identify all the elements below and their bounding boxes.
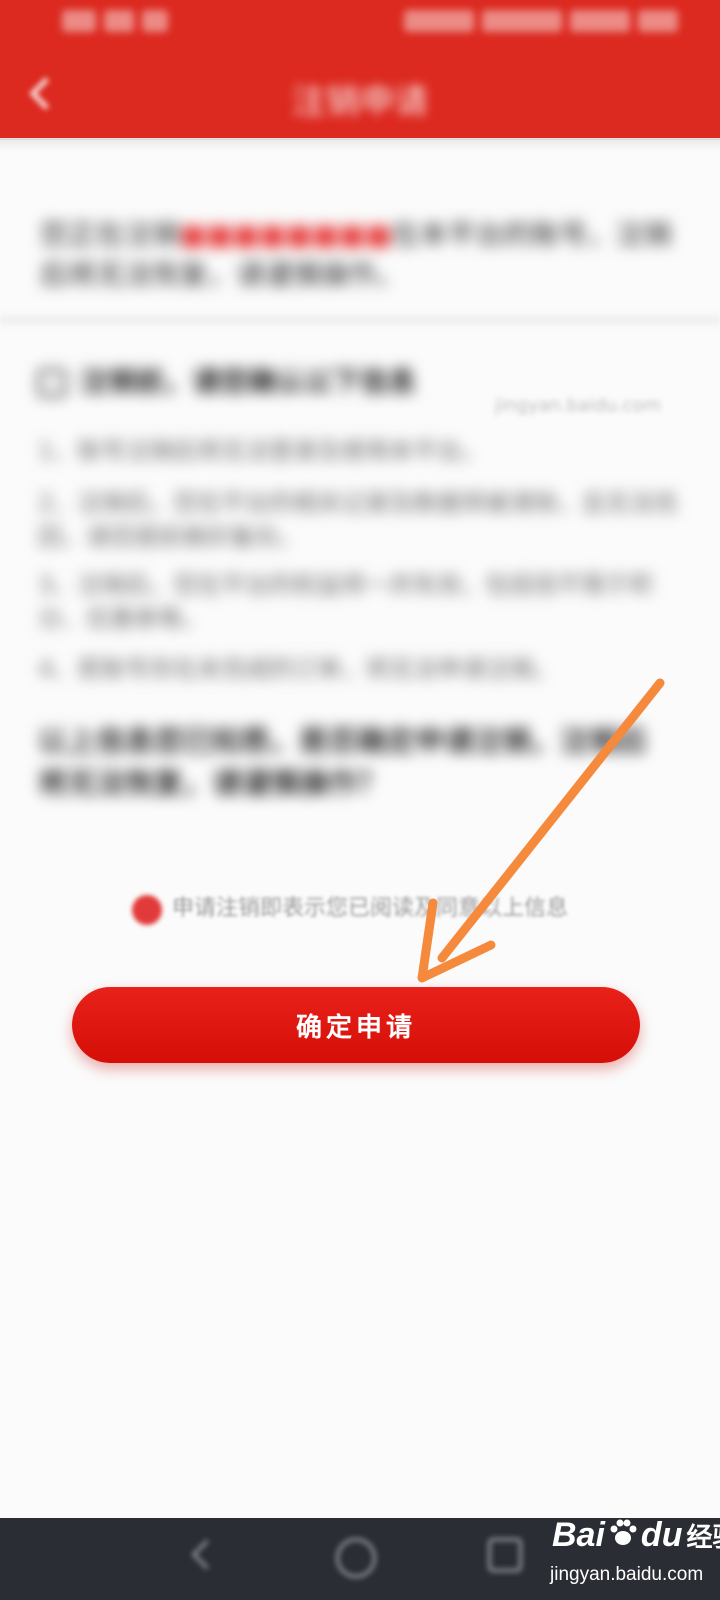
battery-icon: [570, 10, 630, 32]
notice-item-3: 3、注销后，您在平台的权益将一并失效，包括但不限于积分、优惠券等。: [38, 571, 654, 633]
wechat-icon: [62, 10, 96, 32]
intro-prefix: 您正在注销: [40, 218, 181, 251]
agreement-checkbox[interactable]: [132, 895, 162, 925]
baidu-jingyan-watermark: Bai du经验 jingyan.baidu.com: [548, 1510, 720, 1592]
wifi-icon: [404, 10, 474, 32]
header-shadow: [0, 138, 720, 152]
status-icon: [142, 10, 168, 32]
app-header: 注销申请: [0, 0, 720, 140]
section-title-text: 注销前，请您确认以下信息: [80, 365, 417, 398]
intro-highlight: ■■■■■■■■: [180, 218, 392, 251]
intro-text: 您正在注销■■■■■■■■在本平台的账号，注销后将无法恢复，请谨慎操作。: [40, 215, 685, 295]
logo-du: du: [640, 1516, 683, 1554]
status-bar-right: [396, 10, 686, 40]
faint-watermark: jingyan.baidu.com: [495, 395, 662, 416]
time-text: [638, 10, 678, 32]
baidu-logo: Bai du经验: [552, 1516, 720, 1555]
recent-square-icon[interactable]: [488, 1538, 522, 1572]
section-divider: [0, 315, 720, 325]
confirm-question: 以上信息您已知悉，是否确定申请注销，注销后将无法恢复，请谨慎操作？: [38, 724, 648, 800]
agreement-text: 申请注销即表示您已阅读及同意以上信息: [172, 896, 569, 921]
notice-item-1: 1、账号注销后将无法登录及使用本平台。: [38, 437, 486, 465]
logo-jingyan: 经验: [686, 1523, 720, 1553]
page-title: 注销申请: [292, 82, 428, 122]
logo-bai: Bai: [552, 1516, 605, 1554]
home-circle-icon[interactable]: [336, 1538, 376, 1578]
status-bar-left: [62, 10, 192, 40]
info-icon: [38, 369, 66, 397]
signal-icon: [104, 10, 134, 32]
network-speed: [482, 10, 562, 32]
notice-item-2: 2、注销后，您在平台的相关记录及数据将被清除，且无法找回，请您提前做好备份。: [38, 489, 678, 551]
back-triangle-icon[interactable]: [188, 1538, 220, 1572]
paw-icon: [610, 1519, 637, 1545]
notice-item-4: 4、若账号存在未完成的订单，将无法申请注销。: [38, 655, 558, 683]
confirm-apply-button[interactable]: 确定申请: [72, 987, 640, 1063]
watermark-url: jingyan.baidu.com: [550, 1564, 704, 1585]
